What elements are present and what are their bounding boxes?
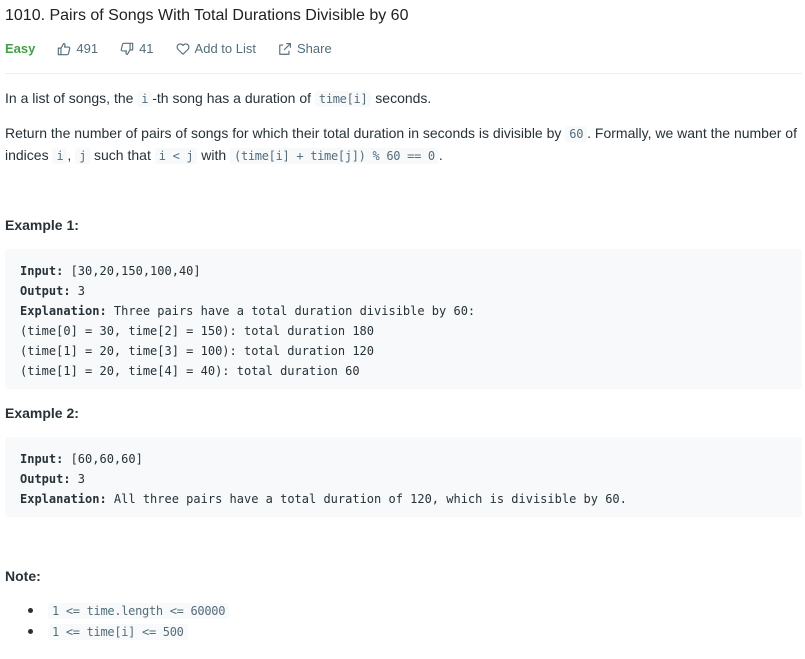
text: seconds. [371,90,432,106]
example-output-line: Output: 3 [20,281,787,301]
list-item: 1 <= time.length <= 60000 [5,600,230,621]
add-to-list-label: Add to List [194,41,256,56]
explanation-value: Three pairs have a total duration divisi… [106,304,476,318]
explanation-detail-line: (time[1] = 20, time[4] = 40): total dura… [20,364,360,378]
like-button[interactable]: 491 [57,41,98,56]
bullet-icon [28,608,33,613]
list-item: 1 <= time[i] <= 500 [5,621,229,642]
share-icon [279,42,291,55]
example-2-heading: Example 2: [5,405,79,421]
example-output-line: Output: 3 [20,469,787,489]
input-label: Input: [20,264,64,278]
difficulty-badge: Easy [5,41,36,56]
inline-code: (time[i] + time[j]) % 60 == 0 [230,148,439,164]
dislike-button[interactable]: 41 [120,41,154,56]
problem-title: 1010. Pairs of Songs With Total Duration… [5,7,409,24]
example-explanation-line: Explanation: All three pairs have a tota… [20,489,787,509]
explanation-label: Explanation: [20,304,107,318]
output-label: Output: [20,284,71,298]
text: Return the number of pairs of songs for … [5,125,566,141]
note-list: 1 <= time.length <= 60000 1 <= time[i] <… [5,600,230,642]
input-value: [30,20,150,100,40] [63,264,201,278]
inline-code: i [52,148,68,164]
add-to-list-button[interactable]: Add to List [176,41,256,56]
input-value: [60,60,60] [63,452,143,466]
example-1-block: Input: [30,20,150,100,40] Output: 3 Explan… [5,249,802,389]
header-divider [5,73,802,74]
example-explanation-line: Explanation: Three pairs have a total du… [20,301,787,321]
description-paragraph-1: In a list of songs, the i -th song has a … [5,88,802,110]
text: with [197,147,231,163]
output-label: Output: [20,472,71,486]
text: . [438,147,443,163]
problem-meta-bar: Easy 491 41 Add to List Share [5,41,354,56]
example-input-line: Input: [30,20,150,100,40] [20,261,787,281]
bullet-icon [28,629,33,634]
heart-icon [176,42,190,55]
description-paragraph-2: Return the number of pairs of songs for … [5,123,802,167]
text: such that [90,147,155,163]
note-heading: Note: [5,568,41,584]
example-input-line: Input: [60,60,60] [20,449,787,469]
share-button[interactable]: Share [278,41,332,56]
inline-code: i [137,91,153,107]
text: -th song has a duration of [152,90,315,106]
explanation-value: All three pairs have a total duration of… [106,492,627,506]
inline-code: time[i] [314,91,372,107]
explanation-detail-line: (time[0] = 30, time[2] = 150): total dur… [20,324,375,338]
example-1-heading: Example 1: [5,217,79,233]
inline-code: i < j [154,148,198,164]
explanation-detail-line: (time[1] = 20, time[3] = 100): total dur… [20,344,375,358]
explanation-label: Explanation: [20,492,107,506]
text: In a list of songs, the [5,90,138,106]
output-value: 3 [70,284,86,298]
thumbs-up-icon [58,42,71,55]
like-count: 491 [76,41,99,56]
example-2-block: Input: [60,60,60] Output: 3 Explanation: A… [5,437,802,517]
thumbs-down-icon [120,42,134,55]
share-label: Share [296,41,332,56]
inline-code: j [75,148,91,164]
dislike-count: 41 [139,41,154,56]
output-value: 3 [70,472,86,486]
inline-code: 1 <= time[i] <= 500 [48,624,188,640]
inline-code: 60 [565,126,588,142]
input-label: Input: [20,452,64,466]
inline-code: 1 <= time.length <= 60000 [48,603,230,619]
